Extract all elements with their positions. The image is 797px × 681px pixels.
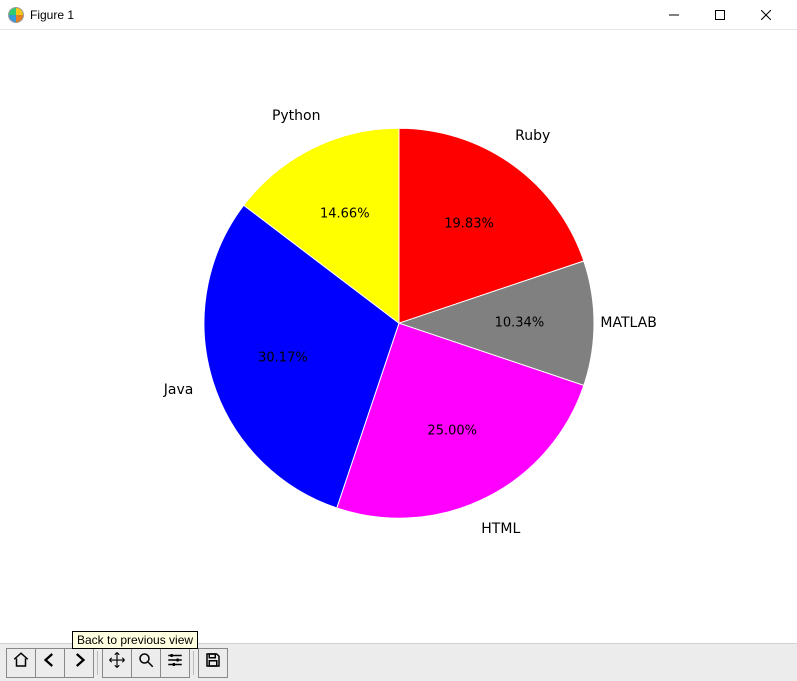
pie-pct-label: 19.83% xyxy=(444,217,494,232)
sliders-icon xyxy=(166,651,184,674)
tooltip-text: Back to previous view xyxy=(77,633,193,647)
pie-category-label: HTML xyxy=(481,521,520,537)
pie-pct-label: 14.66% xyxy=(320,207,370,222)
save-icon xyxy=(204,651,222,674)
arrow-right-icon xyxy=(70,651,88,674)
subplots-button[interactable] xyxy=(160,648,190,678)
pan-button[interactable] xyxy=(102,648,132,678)
chart-canvas: 19.83% Ruby 10.34% MATLAB 25.00% HTML 30.17% Ja… xyxy=(0,30,797,643)
save-button[interactable] xyxy=(198,648,228,678)
zoom-button[interactable] xyxy=(131,648,161,678)
pie-category-label: Ruby xyxy=(515,128,550,144)
app-icon xyxy=(8,7,24,23)
pie-pct-label: 25.00% xyxy=(427,423,477,438)
forward-button[interactable] xyxy=(64,648,94,678)
back-button[interactable] xyxy=(35,648,65,678)
toolbar-separator xyxy=(97,651,98,675)
home-button[interactable] xyxy=(6,648,36,678)
pie-category-label: Python xyxy=(272,109,321,125)
pie-pct-label: 30.17% xyxy=(258,351,308,366)
arrow-left-icon xyxy=(41,651,59,674)
pie-chart: 19.83% Ruby 10.34% MATLAB 25.00% HTML 30.17% Ja… xyxy=(54,0,744,668)
zoom-icon xyxy=(137,651,155,674)
close-button[interactable] xyxy=(743,0,789,30)
home-icon xyxy=(12,651,30,674)
toolbar-separator xyxy=(193,651,194,675)
move-icon xyxy=(108,651,126,674)
tooltip: Back to previous view xyxy=(72,631,198,649)
pie-category-label: Java xyxy=(164,382,194,398)
pie-category-label: MATLAB xyxy=(600,315,656,331)
pie-pct-label: 10.34% xyxy=(495,315,545,330)
